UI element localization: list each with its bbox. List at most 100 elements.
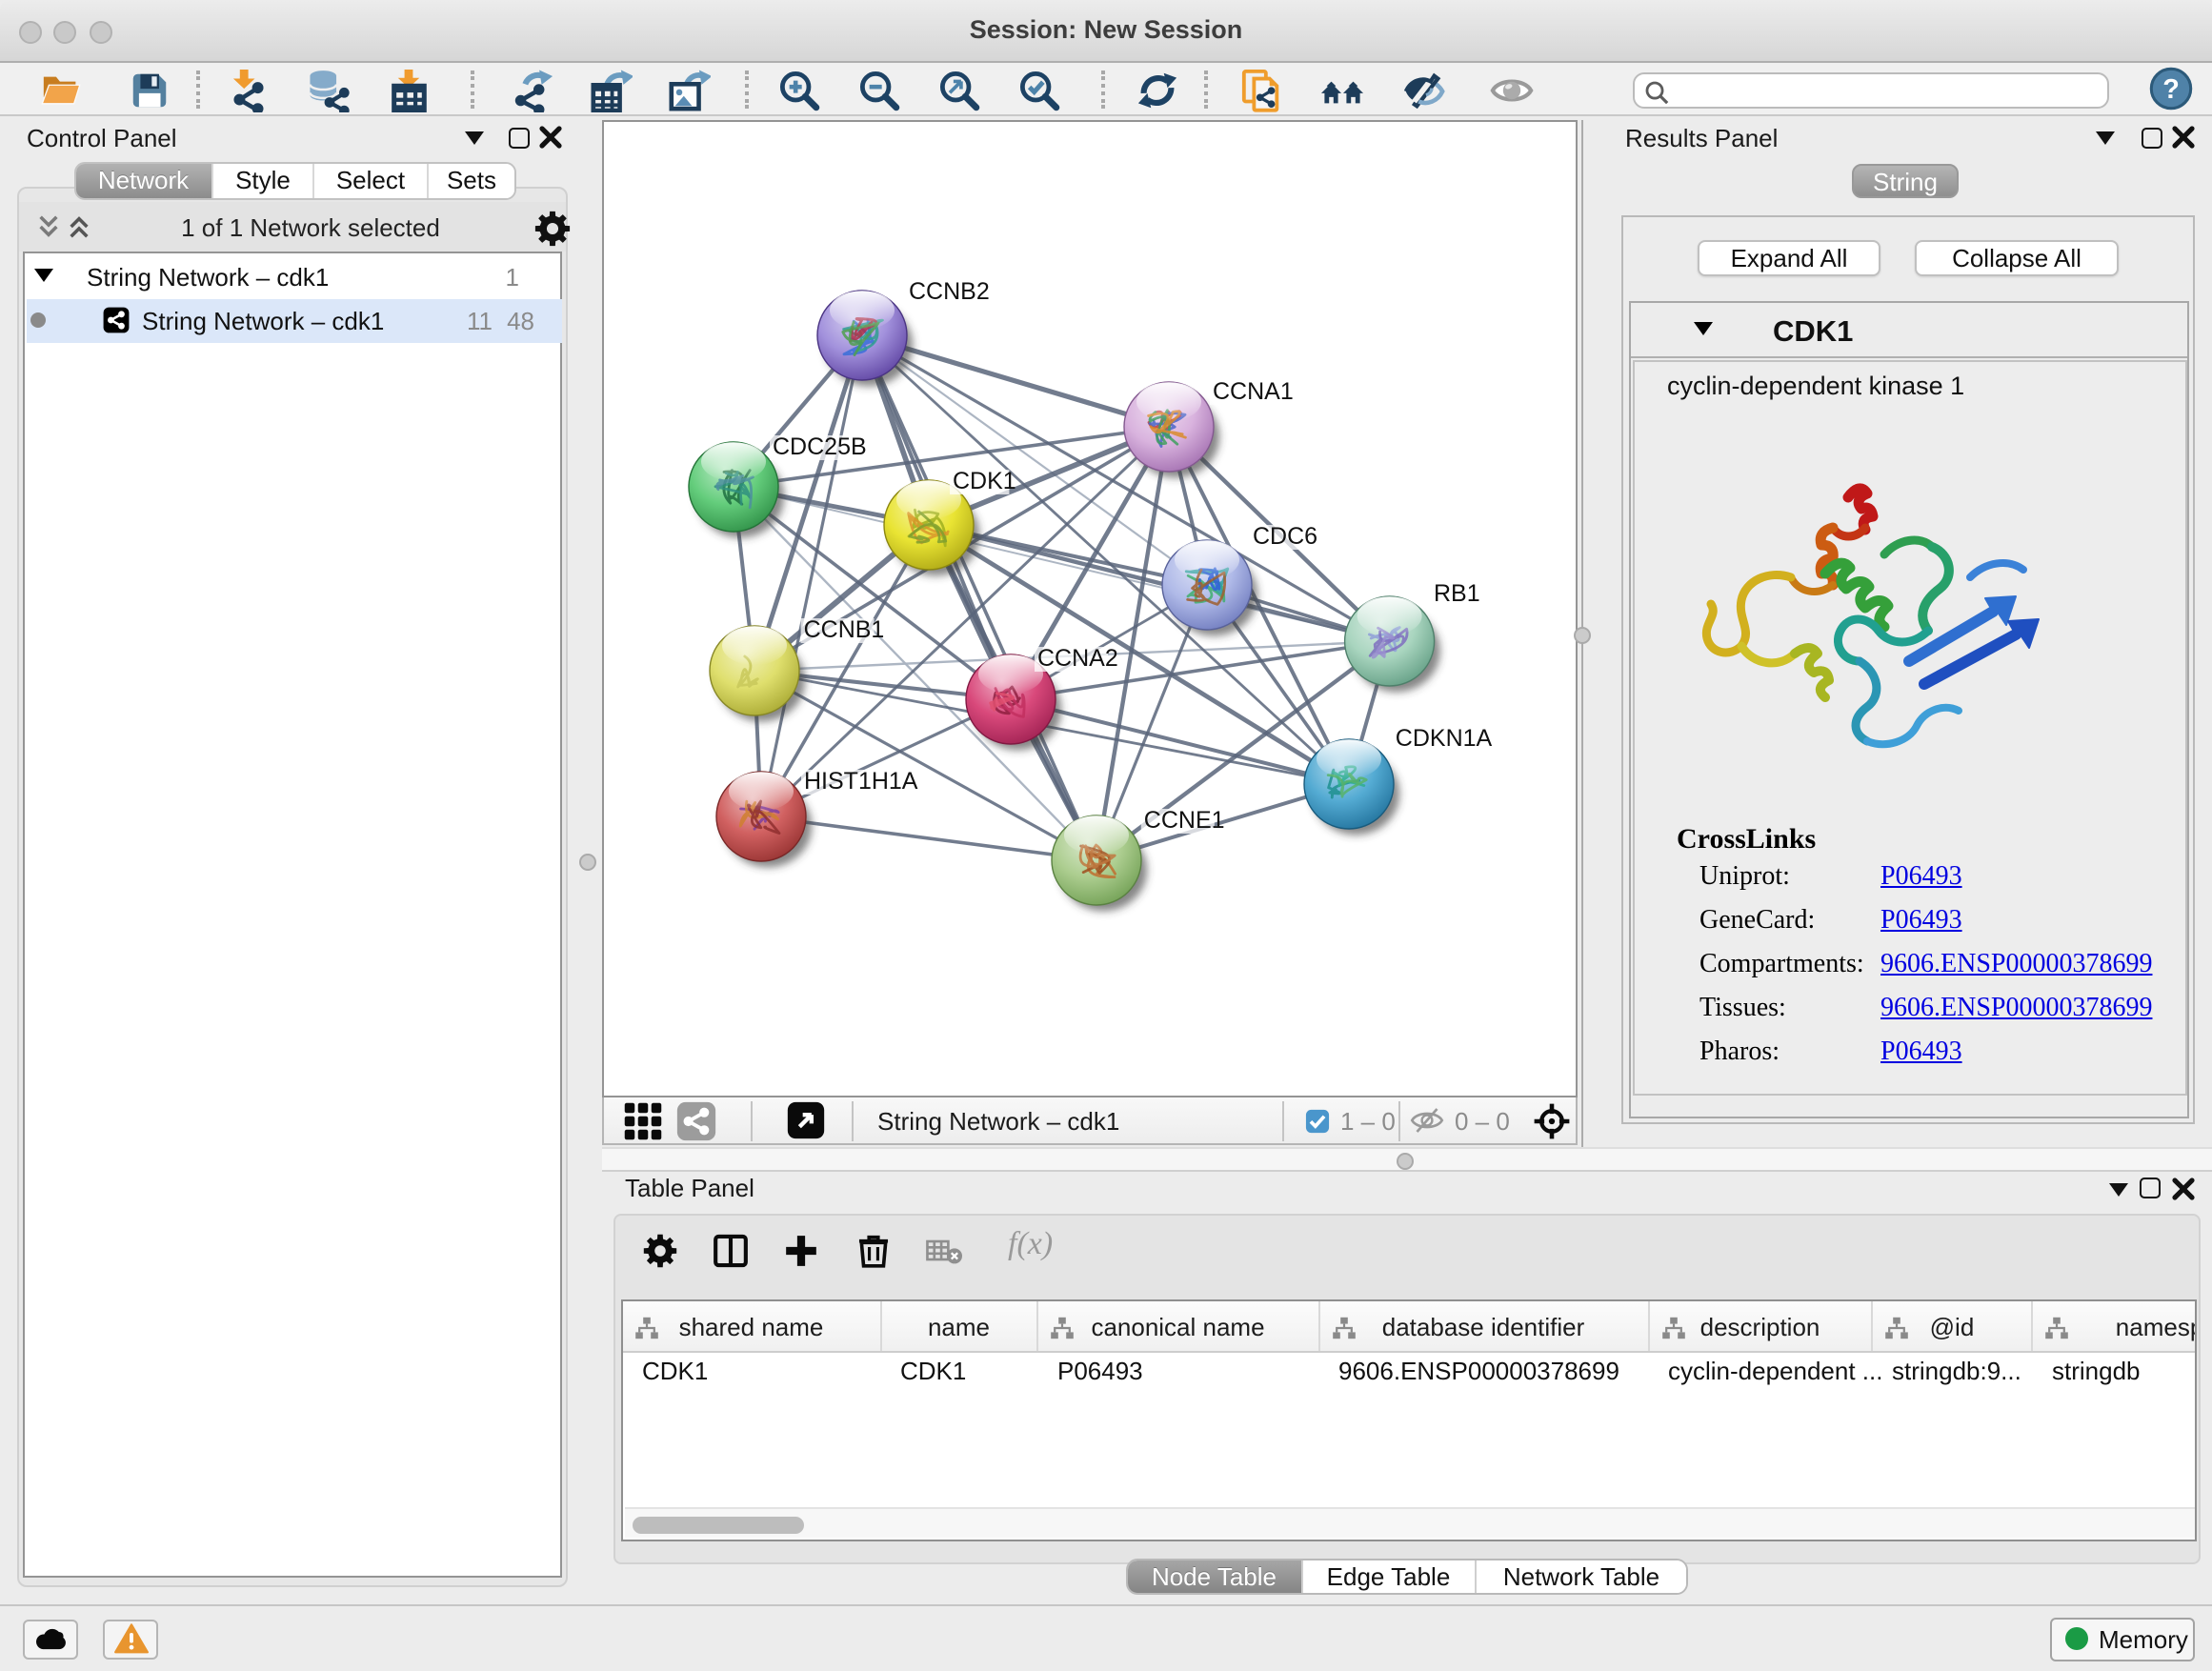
table-horizontal-scrollbar[interactable] bbox=[625, 1507, 2195, 1538]
table-cell-description[interactable]: cyclin-dependent ... bbox=[1668, 1356, 1882, 1384]
network-node-HIST1H1A[interactable] bbox=[715, 771, 811, 866]
table-cell-namespace[interactable]: stringdb bbox=[2052, 1356, 2141, 1384]
export-network-button[interactable] bbox=[509, 69, 554, 112]
zoom-out-icon bbox=[856, 69, 900, 112]
network-collection-row[interactable]: String Network – cdk1 1 bbox=[26, 254, 561, 298]
crosslink-link[interactable]: 9606.ENSP00000378699 bbox=[1880, 995, 2152, 1025]
left-splitter-handle[interactable] bbox=[579, 854, 596, 871]
horizontal-splitter[interactable] bbox=[601, 1147, 2212, 1171]
function-builder-icon[interactable]: f(x) bbox=[1008, 1225, 1053, 1263]
zoom-fit-button[interactable] bbox=[935, 69, 981, 112]
column-header-name[interactable]: name bbox=[881, 1300, 1038, 1350]
zoom-in-button[interactable] bbox=[775, 69, 821, 112]
apply-preferred-layout-button[interactable] bbox=[1134, 69, 1179, 112]
network-node-CDK1[interactable] bbox=[883, 479, 978, 574]
column-header-label: description bbox=[1649, 1312, 1871, 1340]
memory-button[interactable]: Memory bbox=[2049, 1617, 2194, 1661]
table-panel-close-button[interactable] bbox=[2171, 1177, 2194, 1199]
copy-documents-icon bbox=[1239, 69, 1283, 112]
table-tab-edge-table[interactable]: Edge Table bbox=[1300, 1560, 1475, 1592]
table-cell-canonicalname[interactable]: P06493 bbox=[1057, 1356, 1143, 1384]
network-canvas[interactable]: CCNB2CCNA1CDC25BCDK1CDC6RB1CCNB1CCNA2CDK… bbox=[601, 119, 1578, 1097]
hide-selected-button[interactable] bbox=[1400, 69, 1446, 112]
network-node-RB1[interactable] bbox=[1344, 595, 1439, 691]
birdseye-grid-icon[interactable] bbox=[622, 1101, 662, 1141]
first-neighbors-button[interactable] bbox=[1318, 69, 1364, 112]
control-panel-close-button[interactable] bbox=[539, 126, 562, 149]
table-tab-node-table[interactable]: Node Table bbox=[1128, 1560, 1300, 1592]
expand-tree-icon[interactable] bbox=[67, 213, 91, 240]
import-table-from-file-button[interactable] bbox=[385, 69, 431, 112]
network-node-CCNA1[interactable] bbox=[1123, 381, 1218, 476]
table-cell-databaseidentifier[interactable]: 9606.ENSP00000378699 bbox=[1338, 1356, 1619, 1384]
help-button[interactable]: ? bbox=[2147, 67, 2193, 111]
fit-content-crosshair-button[interactable] bbox=[1531, 1100, 1571, 1140]
import-network-from-file-button[interactable] bbox=[225, 69, 271, 112]
show-all-button[interactable] bbox=[1488, 69, 1534, 112]
export-image-button[interactable] bbox=[665, 69, 711, 112]
bottom-splitter-handle[interactable] bbox=[1396, 1152, 1413, 1169]
table-panel-float-button[interactable] bbox=[2140, 1178, 2161, 1198]
export-table-button[interactable] bbox=[587, 69, 633, 112]
network-node-CDKN1A[interactable] bbox=[1303, 738, 1398, 834]
table-options-gear-icon[interactable] bbox=[642, 1233, 678, 1269]
collection-expand-arrow[interactable] bbox=[34, 269, 53, 282]
search-input[interactable] bbox=[1677, 74, 2096, 105]
expand-all-button[interactable]: Expand All bbox=[1698, 239, 1880, 275]
toolbar-separator bbox=[1281, 1100, 1283, 1140]
column-header-sharedname[interactable]: shared name bbox=[623, 1300, 881, 1350]
results-panel-menu-button[interactable] bbox=[2095, 131, 2114, 145]
export-view-button[interactable] bbox=[786, 1101, 824, 1139]
table-cell-sharedname[interactable]: CDK1 bbox=[642, 1356, 708, 1384]
column-header-description[interactable]: description bbox=[1649, 1300, 1873, 1350]
column-header-databaseidentifier[interactable]: database identifier bbox=[1319, 1300, 1649, 1350]
table-tab-network-table[interactable]: Network Table bbox=[1475, 1560, 1686, 1592]
control-tab-network[interactable]: Network bbox=[75, 163, 211, 197]
scrollbar-thumb[interactable] bbox=[633, 1516, 804, 1533]
control-panel-menu-button[interactable] bbox=[464, 131, 483, 145]
clone-network-button[interactable] bbox=[1238, 69, 1284, 112]
column-header-namespace[interactable]: namespace bbox=[2033, 1300, 2197, 1350]
right-splitter-handle[interactable] bbox=[1574, 626, 1591, 643]
table-cell-id[interactable]: stringdb:9... bbox=[1892, 1356, 2021, 1384]
import-network-from-database-button[interactable] bbox=[305, 69, 351, 112]
delete-table-icon[interactable] bbox=[926, 1238, 962, 1264]
results-tab-string[interactable]: String bbox=[1852, 163, 1959, 198]
network-node-CCNE1[interactable] bbox=[1051, 815, 1146, 910]
control-tab-select[interactable]: Select bbox=[312, 163, 427, 197]
control-tab-sets[interactable]: Sets bbox=[427, 163, 514, 197]
delete-column-trash-icon[interactable] bbox=[855, 1232, 892, 1268]
selected-checkbox[interactable] bbox=[1305, 1108, 1330, 1133]
column-header-id[interactable]: @id bbox=[1873, 1300, 2033, 1350]
table-panel-menu-button[interactable] bbox=[2108, 1182, 2127, 1196]
collapse-tree-icon[interactable] bbox=[36, 213, 61, 240]
network-options-gear-icon[interactable] bbox=[533, 209, 572, 247]
zoom-selected-button[interactable] bbox=[1016, 69, 1061, 112]
gene-section-header[interactable]: CDK1 bbox=[1630, 302, 2187, 358]
collapse-all-button[interactable]: Collapse All bbox=[1915, 239, 2119, 275]
add-column-icon[interactable] bbox=[783, 1233, 819, 1269]
results-panel-close-button[interactable] bbox=[2171, 126, 2194, 149]
warnings-button[interactable] bbox=[103, 1620, 158, 1659]
crosslink-link[interactable]: 9606.ENSP00000378699 bbox=[1880, 951, 2152, 981]
node-label-CCNA2: CCNA2 bbox=[1036, 644, 1117, 671]
gene-section-expand-arrow[interactable] bbox=[1693, 321, 1712, 334]
column-header-canonicalname[interactable]: canonical name bbox=[1038, 1300, 1319, 1350]
save-session-button[interactable] bbox=[126, 69, 171, 112]
show-columns-icon[interactable] bbox=[713, 1233, 749, 1269]
zoom-out-button[interactable] bbox=[855, 69, 901, 112]
results-panel-float-button[interactable] bbox=[2141, 127, 2162, 148]
network-row[interactable]: String Network – cdk1 11 48 bbox=[26, 298, 561, 342]
network-node-CDC6[interactable] bbox=[1161, 539, 1257, 634]
crosslink-link[interactable]: P06493 bbox=[1880, 907, 1962, 937]
control-tab-style[interactable]: Style bbox=[211, 163, 312, 197]
control-panel-float-button[interactable] bbox=[509, 127, 530, 148]
network-edge-CDK1-RB1[interactable] bbox=[928, 524, 1389, 640]
open-file-button[interactable] bbox=[38, 69, 84, 112]
table-cell-name[interactable]: CDK1 bbox=[900, 1356, 966, 1384]
cloud-status-button[interactable] bbox=[22, 1620, 77, 1659]
share-network-button[interactable] bbox=[675, 1101, 715, 1141]
crosslink-link[interactable]: P06493 bbox=[1880, 1038, 1962, 1069]
crosslink-link[interactable]: P06493 bbox=[1880, 863, 1962, 894]
zoom-fit-icon bbox=[936, 69, 980, 112]
